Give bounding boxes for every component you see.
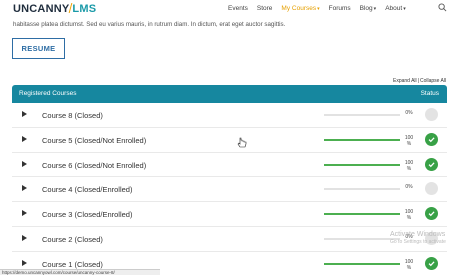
- site-header: UNCANNY LMS Events Store My Courses▾ Foru…: [0, 0, 460, 20]
- incomplete-status-icon: [425, 182, 438, 196]
- nav-item-forums[interactable]: Forums: [329, 5, 351, 12]
- course-title[interactable]: Course 8 (Closed): [42, 111, 103, 120]
- nav-item-store[interactable]: Store: [257, 5, 273, 12]
- progress-bar: [324, 188, 400, 191]
- course-row[interactable]: Course 2 (Closed) 0%: [12, 227, 447, 252]
- expand-arrow-icon[interactable]: [22, 160, 27, 167]
- course-row[interactable]: Course 6 (Closed/Not Enrolled) 100 %: [12, 153, 447, 178]
- progress-bar: [324, 138, 400, 141]
- completed-check-icon: [425, 256, 438, 270]
- table-title: Registered Courses: [19, 90, 77, 97]
- progress-bar: [324, 213, 400, 216]
- courses-table-header: Registered Courses Status: [12, 85, 447, 103]
- expand-collapse-controls: Expand All|Collapse All: [393, 78, 446, 84]
- course-row[interactable]: Course 4 (Closed/Enrolled) 0%: [12, 177, 447, 203]
- progress-fill: [324, 163, 400, 166]
- progress-fill: [324, 262, 400, 265]
- progress-bar: [324, 237, 400, 240]
- expand-all-link[interactable]: Expand All: [393, 78, 417, 84]
- expand-arrow-icon[interactable]: [22, 185, 27, 192]
- nav-item-blog[interactable]: Blog▾: [360, 5, 377, 12]
- intro-text: habitasse platea dictumst. Sed eu varius…: [13, 21, 286, 28]
- completed-check-icon: [425, 132, 438, 146]
- separator: |: [417, 78, 419, 84]
- completed-check-icon: [425, 207, 438, 221]
- nav-item-events[interactable]: Events: [228, 5, 248, 12]
- progress-percent: 100 %: [404, 159, 414, 172]
- checkmark-icon: [428, 161, 435, 167]
- expand-arrow-icon[interactable]: [22, 111, 27, 117]
- checkmark-icon: [428, 261, 435, 266]
- hand-cursor-icon: [237, 137, 247, 148]
- progress-percent: 0%: [405, 110, 413, 116]
- progress-bar: [324, 262, 400, 265]
- status-column-header: Status: [420, 90, 439, 97]
- course-row[interactable]: Course 5 (Closed/Not Enrolled) 100 %: [12, 128, 447, 153]
- progress-bar: [324, 114, 400, 116]
- progress-bar: [324, 163, 400, 166]
- course-title[interactable]: Course 6 (Closed/Not Enrolled): [42, 161, 146, 170]
- checkmark-icon: [428, 211, 435, 217]
- course-row[interactable]: Course 8 (Closed) 0%: [12, 103, 447, 128]
- course-title[interactable]: Course 3 (Closed/Enrolled): [42, 210, 132, 219]
- chevron-down-icon: ▾: [373, 6, 377, 12]
- progress-fill: [324, 213, 400, 216]
- resume-button[interactable]: RESUME: [12, 38, 65, 59]
- checkmark-icon: [428, 137, 435, 143]
- search-icon[interactable]: [438, 3, 447, 12]
- progress-percent: 100 %: [404, 134, 414, 147]
- course-row[interactable]: Course 3 (Closed/Enrolled) 100 %: [12, 202, 447, 227]
- chevron-down-icon: ▾: [403, 6, 406, 12]
- completed-check-icon: [425, 157, 438, 171]
- expand-arrow-icon[interactable]: [22, 210, 27, 217]
- chevron-down-icon: ▾: [317, 6, 320, 12]
- browser-status-url: https://demo.uncannyowl.com/course/uncan…: [0, 269, 160, 275]
- progress-fill: [324, 138, 400, 141]
- nav-item-about[interactable]: About▾: [385, 5, 406, 12]
- progress-percent: 100 %: [404, 258, 414, 271]
- courses-list: Course 8 (Closed) 0% Course 5 (Closed/No…: [12, 103, 447, 275]
- course-title[interactable]: Course 5 (Closed/Not Enrolled): [42, 136, 146, 145]
- course-title[interactable]: Course 1 (Closed): [42, 260, 103, 269]
- expand-arrow-icon[interactable]: [22, 259, 27, 266]
- expand-arrow-icon[interactable]: [22, 234, 27, 241]
- course-title[interactable]: Course 4 (Closed/Enrolled): [42, 185, 132, 194]
- expand-arrow-icon[interactable]: [22, 135, 27, 142]
- main-nav: Events Store My Courses▾ Forums Blog▾ Ab…: [228, 5, 415, 12]
- course-title[interactable]: Course 2 (Closed): [42, 235, 103, 244]
- site-logo[interactable]: UNCANNY LMS: [13, 3, 96, 15]
- progress-percent: 100 %: [404, 209, 414, 222]
- nav-item-my-courses[interactable]: My Courses▾: [281, 5, 319, 12]
- progress-percent: 0%: [405, 184, 413, 191]
- incomplete-status-icon: [425, 108, 438, 121]
- collapse-all-link[interactable]: Collapse All: [420, 78, 446, 84]
- activate-windows-watermark: Activate Windows Go to Settings to activ…: [390, 231, 446, 245]
